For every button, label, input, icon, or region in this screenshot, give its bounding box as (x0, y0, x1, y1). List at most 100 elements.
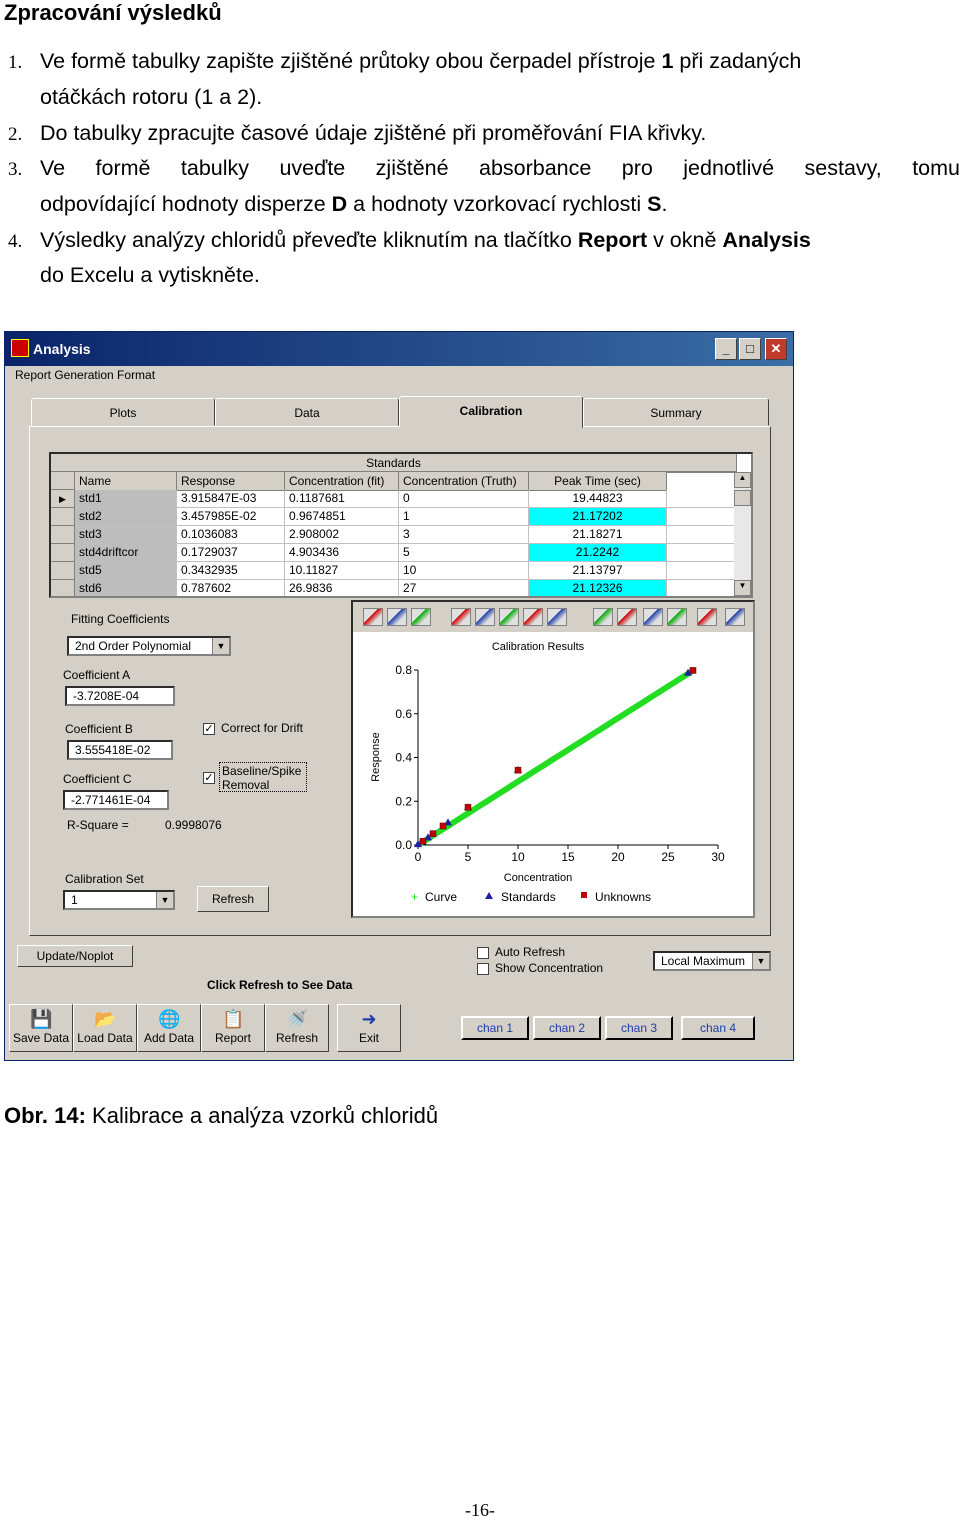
table-icon[interactable] (451, 608, 471, 626)
grid-cell-response[interactable]: 0.1729037 (177, 544, 285, 562)
title-bar[interactable]: Analysis _ □ ✕ (5, 332, 793, 366)
chan-4-button[interactable]: chan 4 (681, 1016, 755, 1040)
chevron-down-icon[interactable]: ▼ (752, 953, 769, 969)
grid-cell-response[interactable]: 3.457985E-02 (177, 508, 285, 526)
rsquare-value: 0.9998076 (165, 818, 222, 832)
refresh-small-button[interactable]: Refresh (197, 886, 269, 912)
row-selector[interactable] (51, 544, 75, 562)
row-selector[interactable] (51, 580, 75, 596)
series-icon[interactable] (643, 608, 663, 626)
chan-1-button[interactable]: chan 1 (461, 1016, 529, 1040)
floppy-disk-icon: 💾 (30, 1009, 53, 1029)
tab-plots[interactable]: Plots (31, 398, 215, 426)
refresh-button[interactable]: 🚿 Refresh (265, 1004, 329, 1052)
row-selector[interactable] (51, 526, 75, 544)
grid-cell-response[interactable]: 0.1036083 (177, 526, 285, 544)
3d-icon[interactable] (523, 608, 543, 626)
bar-chart-icon[interactable] (363, 608, 383, 626)
chart-title: Calibration Results (492, 641, 585, 653)
calibration-set-select[interactable]: 1 ▼ (63, 890, 175, 910)
copy-icon[interactable] (725, 608, 745, 626)
add-data-button[interactable]: 🌐 Add Data (137, 1004, 201, 1052)
item-text: Ve formě tabulky zapište zjištěné průtok… (40, 49, 662, 73)
chevron-down-icon[interactable]: ▼ (212, 638, 229, 654)
row-selector[interactable]: ▶ (51, 490, 75, 508)
grid-cell-name[interactable]: std3 (75, 526, 177, 544)
row-selector[interactable] (51, 562, 75, 580)
grid-cell-fit[interactable]: 10.11827 (285, 562, 399, 580)
grid-cell-response[interactable]: 3.915847E-03 (177, 490, 285, 508)
tab-summary[interactable]: Summary (583, 398, 769, 426)
baseline-checkbox[interactable]: ✓ (203, 772, 215, 784)
grid-icon[interactable] (499, 608, 519, 626)
col-header-name[interactable]: Name (75, 472, 177, 491)
correct-drift-checkbox[interactable]: ✓ (203, 723, 215, 735)
coef-a-field[interactable]: -3.7208E-04 (65, 686, 175, 706)
zoom-icon[interactable] (593, 608, 613, 626)
crosshair-icon[interactable] (667, 608, 687, 626)
font-icon[interactable] (547, 608, 567, 626)
grid-cell-truth[interactable]: 1 (399, 508, 529, 526)
minimize-button[interactable]: _ (715, 338, 737, 360)
grid-cell-truth[interactable]: 10 (399, 562, 529, 580)
update-noplot-button[interactable]: Update/Noplot (17, 945, 133, 967)
chart-toolbar (353, 602, 753, 632)
scroll-thumb[interactable] (734, 490, 751, 506)
grid-cell-name[interactable]: std6 (75, 580, 177, 596)
chan-3-button[interactable]: chan 3 (605, 1016, 673, 1040)
col-header-conc-fit[interactable]: Concentration (fit) (285, 472, 399, 491)
col-header-peak-time[interactable]: Peak Time (sec) (529, 472, 667, 491)
peak-method-select[interactable]: Local Maximum ▼ (653, 951, 771, 971)
coef-c-field[interactable]: -2.771461E-04 (63, 790, 169, 810)
grid-cell-response[interactable]: 0.787602 (177, 580, 285, 596)
row-selector[interactable] (51, 508, 75, 526)
grid-cell-fit[interactable]: 0.9674851 (285, 508, 399, 526)
menu-report-format[interactable]: Report Generation Format (15, 368, 155, 382)
scroll-up-icon[interactable]: ▲ (734, 472, 751, 488)
scroll-down-icon[interactable]: ▼ (734, 580, 751, 596)
grid-cell-peak[interactable]: 19.44823 (529, 490, 667, 508)
grid-cell-peak[interactable]: 21.17202 (529, 508, 667, 526)
coef-b-field[interactable]: 3.555418E-02 (67, 740, 173, 760)
grid-cell-peak[interactable]: 21.18271 (529, 526, 667, 544)
grid-cell-truth[interactable]: 27 (399, 580, 529, 596)
abc-text-icon[interactable] (475, 608, 495, 626)
col-header-response[interactable]: Response (177, 472, 285, 491)
grid-scrollbar[interactable]: ▲ ▼ (734, 472, 751, 596)
col-header-conc-truth[interactable]: Concentration (Truth) (399, 472, 529, 491)
print-icon[interactable] (697, 608, 717, 626)
grid-cell-truth[interactable]: 0 (399, 490, 529, 508)
grid-cell-name[interactable]: std4driftcor (75, 544, 177, 562)
standards-grid[interactable]: Standards Name Response Concentration (f… (49, 452, 753, 598)
maximize-button[interactable]: □ (739, 338, 761, 360)
grid-cell-response[interactable]: 0.3432935 (177, 562, 285, 580)
grid-cell-peak[interactable]: 21.13797 (529, 562, 667, 580)
grid-cell-name[interactable]: std2 (75, 508, 177, 526)
grid-cell-truth[interactable]: 3 (399, 526, 529, 544)
column-chart-icon[interactable] (411, 608, 431, 626)
close-button[interactable]: ✕ (765, 338, 787, 360)
auto-refresh-checkbox[interactable] (477, 947, 489, 959)
grid-cell-fit[interactable]: 26.9836 (285, 580, 399, 596)
tab-data[interactable]: Data (215, 398, 399, 426)
exit-button[interactable]: ➜ Exit (337, 1004, 401, 1052)
grid-cell-name[interactable]: std1 (75, 490, 177, 508)
grid-cell-name[interactable]: std5 (75, 562, 177, 580)
show-concentration-checkbox[interactable] (477, 963, 489, 975)
chan-2-button[interactable]: chan 2 (533, 1016, 601, 1040)
load-data-button[interactable]: 📂 Load Data (73, 1004, 137, 1052)
area-chart-icon[interactable] (387, 608, 407, 626)
save-data-button[interactable]: 💾 Save Data (9, 1004, 73, 1052)
grid-cell-peak[interactable]: 21.2242 (529, 544, 667, 562)
unknown-point (689, 667, 697, 674)
tab-calibration[interactable]: Calibration (399, 396, 583, 428)
fit-model-select[interactable]: 2nd Order Polynomial ▼ (67, 636, 231, 656)
marker-icon[interactable] (617, 608, 637, 626)
grid-cell-truth[interactable]: 5 (399, 544, 529, 562)
grid-cell-fit[interactable]: 4.903436 (285, 544, 399, 562)
grid-cell-peak[interactable]: 21.12326 (529, 580, 667, 596)
grid-cell-fit[interactable]: 2.908002 (285, 526, 399, 544)
chevron-down-icon[interactable]: ▼ (156, 892, 173, 908)
grid-cell-fit[interactable]: 0.1187681 (285, 490, 399, 508)
report-button[interactable]: 📋 Report (201, 1004, 265, 1052)
